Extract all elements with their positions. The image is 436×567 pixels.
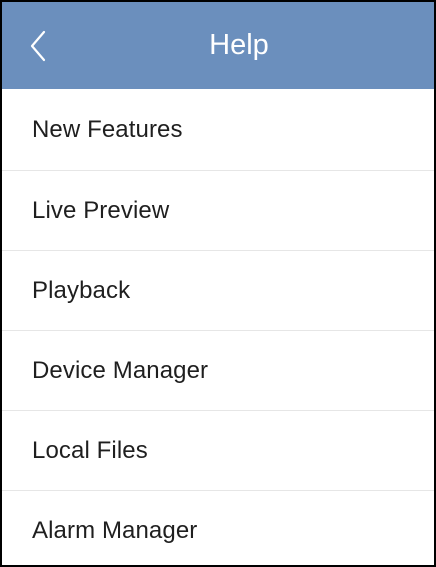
- menu-item-local-files[interactable]: Local Files: [2, 411, 434, 491]
- menu-item-playback[interactable]: Playback: [2, 251, 434, 331]
- menu-item-label: Alarm Manager: [32, 517, 198, 544]
- menu-item-label: Live Preview: [32, 196, 170, 224]
- menu-item-alarm-manager[interactable]: Alarm Manager: [2, 491, 434, 565]
- help-screen: Help New Features Live Preview Playback …: [0, 0, 436, 567]
- header-bar: Help: [2, 2, 434, 89]
- menu-item-label: Local Files: [32, 436, 148, 464]
- menu-item-device-manager[interactable]: Device Manager: [2, 331, 434, 411]
- menu-item-new-features[interactable]: New Features: [2, 89, 434, 171]
- menu-item-label: Playback: [32, 276, 131, 304]
- menu-item-label: New Features: [32, 115, 183, 143]
- help-menu-list: New Features Live Preview Playback Devic…: [2, 89, 434, 565]
- page-title: Help: [209, 29, 269, 61]
- menu-item-label: Device Manager: [32, 356, 209, 384]
- menu-item-live-preview[interactable]: Live Preview: [2, 171, 434, 251]
